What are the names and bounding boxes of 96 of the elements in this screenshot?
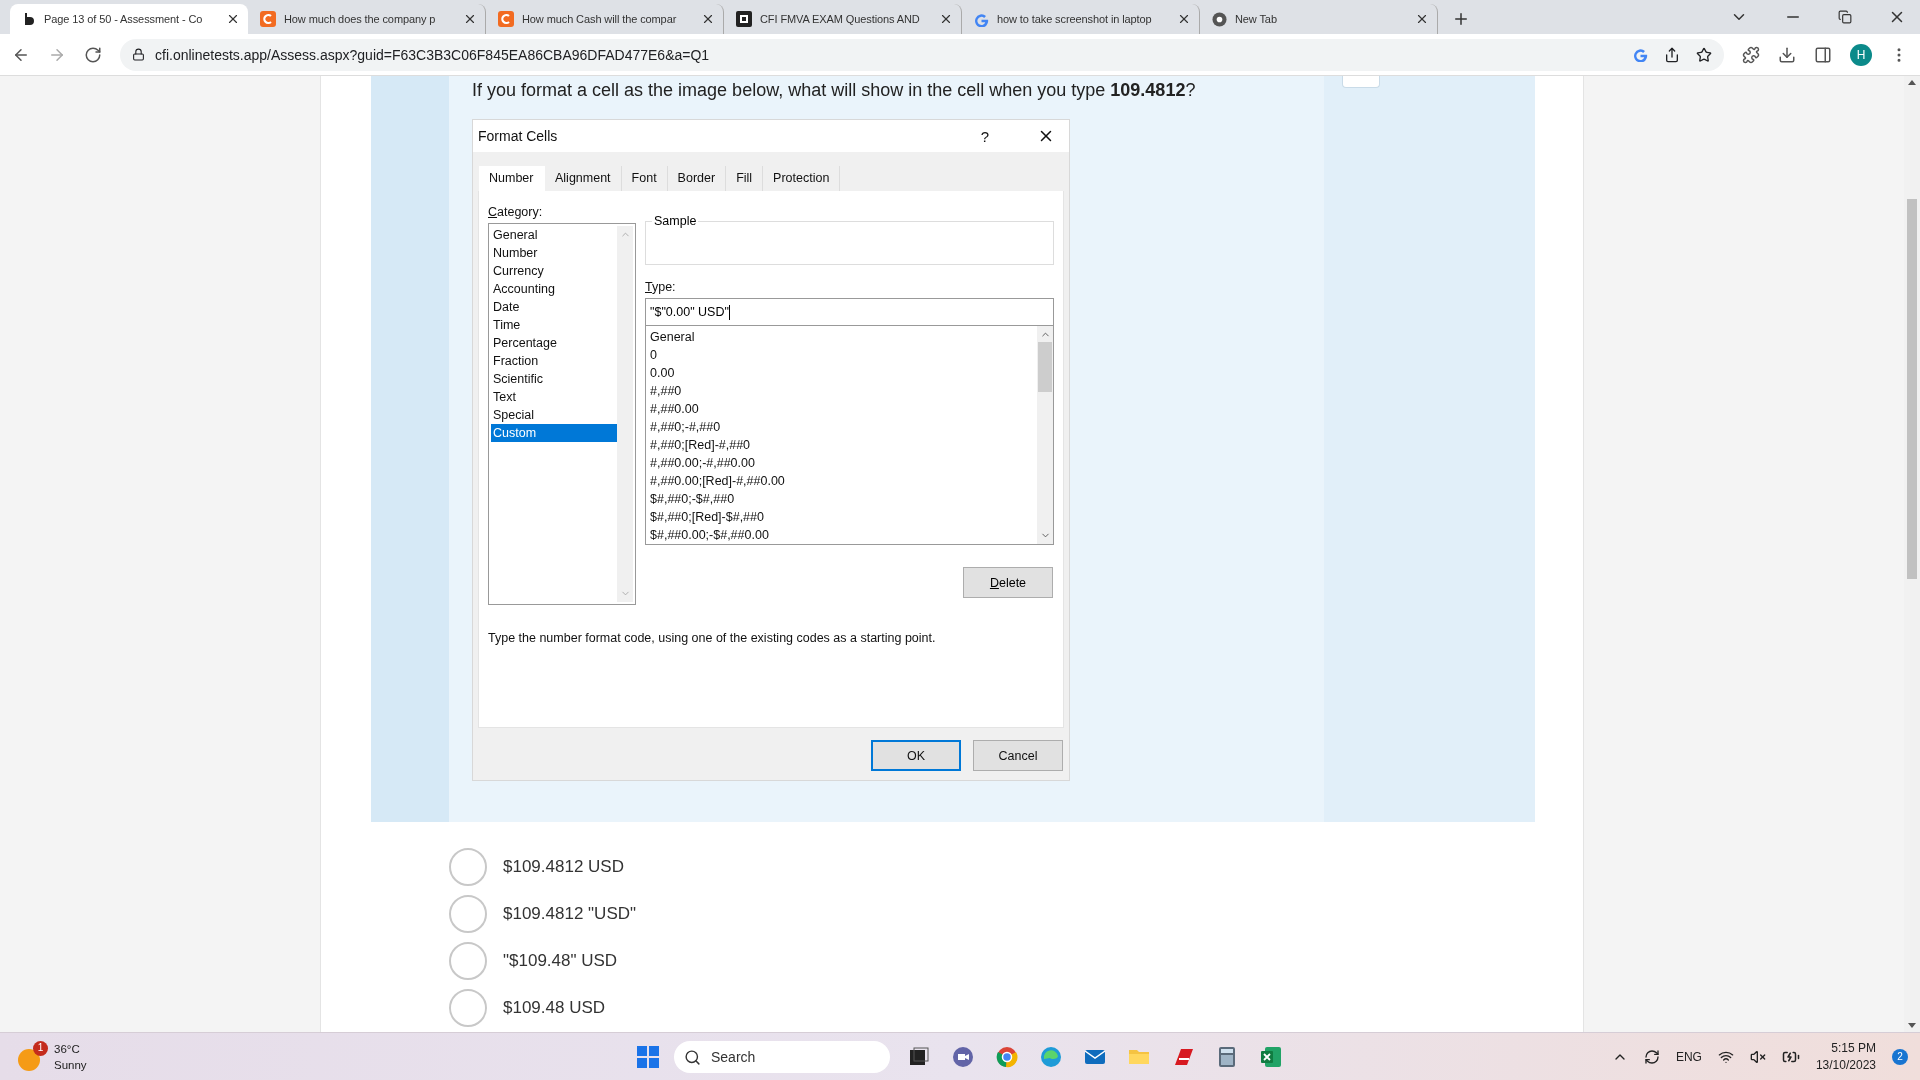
format-item[interactable]: #,##0;-#,##0: [650, 418, 1037, 436]
format-item[interactable]: #,##0.00;-#,##0.00: [650, 454, 1037, 472]
radio-button[interactable]: [449, 989, 487, 1027]
category-item[interactable]: Special: [491, 406, 617, 424]
dialog-title: Format Cells: [478, 128, 558, 144]
format-item[interactable]: $#,##0;[Red]-$#,##0: [650, 508, 1037, 526]
answer-text: $109.4812 "USD": [503, 904, 637, 924]
help-button[interactable]: ?: [980, 127, 989, 145]
site-icon: [498, 11, 514, 27]
profile-avatar[interactable]: H: [1850, 43, 1872, 66]
sample-label: Sample: [652, 214, 699, 228]
type-input[interactable]: "$"0.00" USD": [645, 298, 1054, 326]
sun-icon[interactable]: [18, 1048, 40, 1071]
format-item[interactable]: #,##0;[Red]-#,##0: [650, 436, 1037, 454]
weather-condition: Sunny: [54, 1057, 87, 1073]
category-label: Category:: [488, 205, 544, 219]
format-item[interactable]: General: [650, 328, 1037, 346]
format-item[interactable]: 0: [650, 346, 1037, 364]
temperature: 36°C: [54, 1041, 81, 1057]
close-icon[interactable]: [1177, 12, 1191, 26]
delete-button[interactable]: Delete: [963, 567, 1053, 598]
type-label: Type:: [645, 280, 677, 294]
category-item[interactable]: Number: [491, 244, 617, 262]
radio-button[interactable]: [449, 942, 487, 980]
category-item[interactable]: Fraction: [491, 352, 617, 370]
answer-option[interactable]: "$109.48" USD: [449, 942, 1583, 980]
format-item[interactable]: #,##0.00: [650, 400, 1037, 418]
category-item[interactable]: Accounting: [491, 280, 617, 298]
ok-button[interactable]: OK: [871, 740, 961, 771]
answer-option[interactable]: $109.48 USD: [449, 989, 1583, 1027]
search-icon: [684, 1048, 701, 1066]
language-indicator[interactable]: ENG: [1675, 1049, 1702, 1064]
sync-icon[interactable]: [1643, 1048, 1660, 1065]
format-item[interactable]: $#,##0.00;-$#,##0.00: [650, 526, 1037, 544]
site-icon: [736, 11, 752, 27]
taskbar-search[interactable]: Search: [674, 1041, 890, 1073]
format-list[interactable]: General 0 0.00 #,##0 #,##0.00 #,##0;-#,##0 #,##0;[Red]-#,##0 #,##0.00;-#,##0.00 #,##0.00;[Red]-#,##0.00 $#,##0;-$#,##0 $#,##0;[Red]-$#,##0 $#,##0.00;-$#,##0.00: [645, 326, 1054, 545]
category-list[interactable]: General Number Currency Accounting Date Time Percentage Fraction Scientific Text Special Custom: [488, 223, 636, 605]
google-icon: [1633, 46, 1648, 62]
category-item[interactable]: Time: [491, 316, 617, 334]
description-text: Type the number format code, using one of the existing codes as a starting point.: [488, 631, 937, 645]
mute-icon[interactable]: [1749, 1048, 1766, 1065]
chrome-icon: [1212, 11, 1227, 27]
reload-icon[interactable]: [84, 45, 102, 64]
category-item[interactable]: General: [491, 226, 617, 244]
category-item[interactable]: Currency: [491, 262, 617, 280]
answer-text: "$109.48" USD: [503, 951, 618, 971]
radio-button[interactable]: [449, 848, 487, 886]
answer-option[interactable]: $109.4812 "USD": [449, 895, 1583, 933]
category-item[interactable]: Custom: [491, 424, 617, 442]
dialog-tab[interactable]: Number: [479, 166, 545, 191]
answer-text: $109.4812 USD: [503, 857, 624, 877]
google-icon: [974, 11, 989, 27]
excel-icon[interactable]: [1259, 1045, 1283, 1069]
category-item[interactable]: Percentage: [491, 334, 617, 352]
scroll-up-icon[interactable]: [1908, 80, 1916, 85]
category-item[interactable]: Scientific: [491, 370, 617, 388]
site-icon: [22, 12, 36, 26]
share-icon[interactable]: [1664, 46, 1680, 63]
format-item[interactable]: #,##0: [650, 382, 1037, 400]
clock-date[interactable]: 13/10/2023: [1815, 1056, 1876, 1074]
bookmark-star-icon[interactable]: [1696, 46, 1712, 63]
close-icon[interactable]: [463, 12, 477, 26]
new-tab-icon[interactable]: [1452, 10, 1470, 28]
weather-badge: 1: [33, 1040, 48, 1056]
radio-button[interactable]: [449, 895, 487, 933]
close-icon[interactable]: [1415, 12, 1429, 26]
category-item[interactable]: Date: [491, 298, 617, 316]
scrollbar-thumb[interactable]: [1907, 199, 1917, 579]
browser-tab[interactable]: Page 13 of 50 - Assessment - Co: [10, 4, 248, 34]
site-icon: [260, 11, 276, 27]
answer-option[interactable]: $109.4812 USD: [449, 848, 1583, 886]
windows-start-icon[interactable]: [636, 1045, 660, 1069]
lock-icon: [132, 48, 145, 61]
side-panel-icon[interactable]: [1814, 45, 1832, 64]
download-icon[interactable]: [1778, 45, 1796, 64]
restore-icon[interactable]: [1838, 10, 1852, 24]
chat-icon[interactable]: [951, 1045, 975, 1069]
format-item[interactable]: #,##0.00;[Red]-#,##0.00: [650, 472, 1037, 490]
close-icon[interactable]: [701, 12, 715, 26]
scrollbar-thumb[interactable]: [1038, 342, 1052, 392]
question-text: If you format a cell as the image below, what will show in the cell when you type 109.4812?: [472, 80, 1197, 101]
format-item[interactable]: $#,##0;-$#,##0: [650, 490, 1037, 508]
review-checkbox[interactable]: [1342, 76, 1380, 88]
extensions-icon[interactable]: [1742, 45, 1760, 64]
category-item[interactable]: Text: [491, 388, 617, 406]
cancel-button[interactable]: Cancel: [973, 740, 1063, 771]
chrome-icon[interactable]: [995, 1045, 1019, 1069]
clock-time[interactable]: 5:15 PM: [1815, 1039, 1876, 1057]
scroll-down-icon[interactable]: [1908, 1023, 1916, 1028]
close-icon[interactable]: [226, 12, 240, 26]
format-item[interactable]: 0.00: [650, 364, 1037, 382]
close-icon[interactable]: [939, 12, 953, 26]
notification-badge[interactable]: 2: [1892, 1048, 1908, 1065]
answer-text: $109.48 USD: [503, 998, 606, 1018]
address-bar[interactable]: cfi.onlinetests.app/Assess.aspx?guid=F63C3B3C06F845EA86CBA96DFAD477E6&a=Q1: [120, 38, 1724, 71]
